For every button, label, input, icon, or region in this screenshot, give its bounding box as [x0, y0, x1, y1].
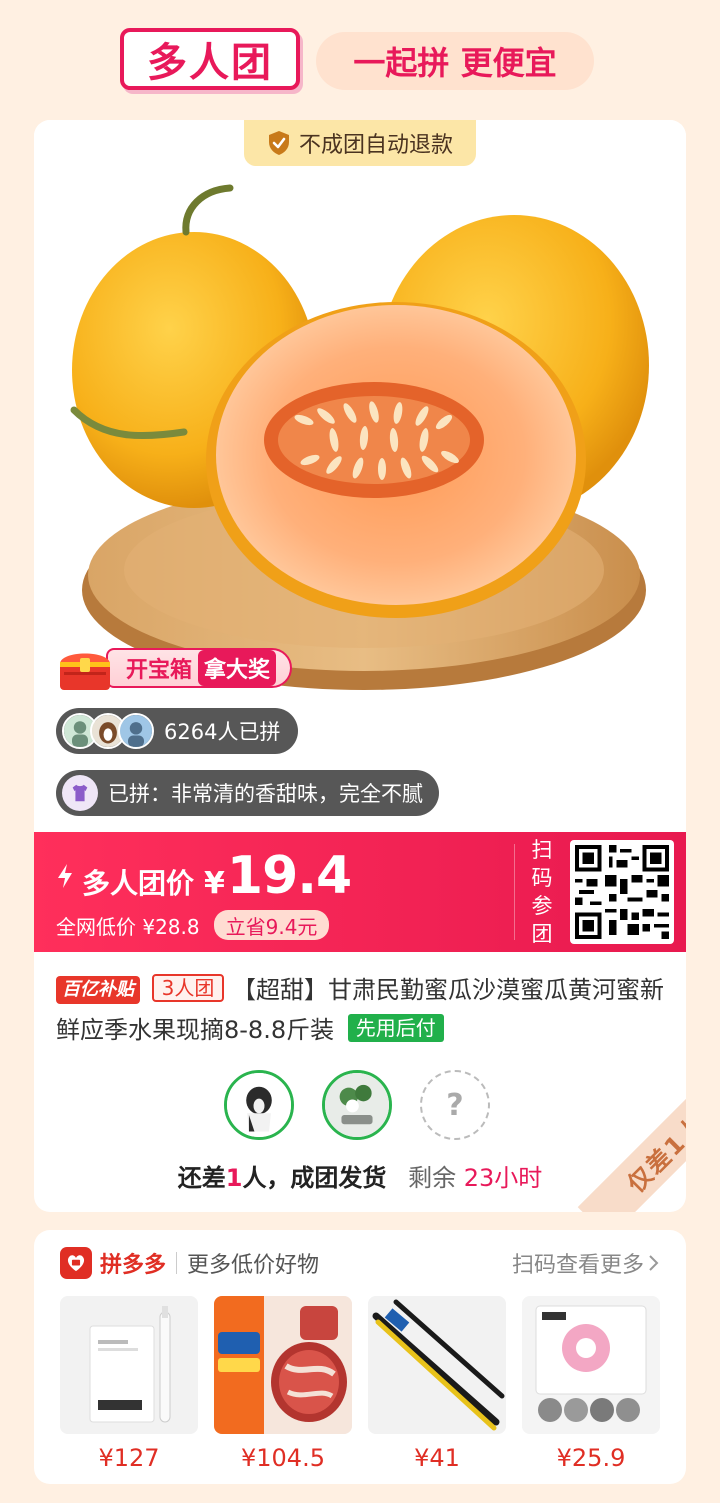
group-status: 还差1人，成团发货 剩余 23小时 — [34, 1158, 686, 1193]
shirt-icon — [62, 775, 98, 811]
goods-item[interactable]: ¥25.9 — [522, 1296, 660, 1472]
pinduoduo-brand: 拼多多 — [100, 1253, 167, 1278]
joined-count-pill: 6264人已拼 — [56, 708, 299, 754]
question-mark-icon: ? — [446, 1087, 464, 1123]
scan-more-label: 扫码查看更多 — [511, 1253, 644, 1278]
group-members: ? — [224, 1070, 490, 1140]
refund-badge: 不成团自动退款 — [244, 120, 476, 166]
goods-price: ¥41 — [414, 1444, 460, 1472]
more-goods-header: 拼多多 更多低价好物 扫码查看更多 — [60, 1246, 660, 1280]
wiper-image — [368, 1296, 506, 1434]
brand-logo: 多人团 — [120, 28, 300, 90]
saving-badge: 立省9.4元 — [213, 910, 330, 940]
review-pill: 已拼：非常清的香甜味，完全不腻 — [56, 770, 439, 816]
group-price-label: 多人团价 — [82, 867, 195, 900]
divider — [176, 1252, 178, 1274]
scan-to-join[interactable]: 扫 码 参 团 — [514, 832, 686, 952]
scan-more-link[interactable]: 扫码查看更多 — [512, 1247, 660, 1279]
divider — [514, 844, 515, 940]
scan-label-char: 码 — [531, 866, 553, 890]
page-header: 多人团 一起拼 更便宜 — [0, 0, 720, 110]
original-price: 全网低价 ¥28.8 — [56, 914, 200, 939]
price-bar: 多人团价 ¥ 19.4 全网低价 ¥28.8 立省9.4元 扫 码 参 团 — [34, 832, 686, 952]
goods-item[interactable]: ¥104.5 — [214, 1296, 352, 1472]
goods-list: ¥127 ¥104.5 ¥41 ¥25.9 — [60, 1296, 660, 1472]
scan-label: 扫 码 参 团 — [514, 836, 570, 948]
refund-badge-label: 不成团自动退款 — [298, 133, 453, 158]
chevron-right-icon — [649, 1255, 659, 1271]
empty-member-slot[interactable]: ? — [420, 1070, 490, 1140]
pay-later-tag: 先用后付 — [347, 1014, 444, 1042]
qr-code[interactable] — [570, 840, 674, 944]
treasure-text: 开宝箱 拿大奖 — [106, 648, 293, 688]
tagline: 一起拼 更便宜 — [316, 32, 594, 90]
avatar — [118, 713, 154, 749]
goods-item[interactable]: ¥127 — [60, 1296, 198, 1472]
subsidy-tag: 百亿补贴 — [56, 976, 140, 1004]
treasure-box-banner[interactable]: 开宝箱 拿大奖 — [56, 644, 310, 692]
status-suffix: 人，成团发货 — [242, 1164, 387, 1192]
more-goods-card: 拼多多 更多低价好物 扫码查看更多 ¥127 ¥104.5 ¥41 ¥25.9 — [34, 1230, 686, 1484]
group-size-tag: 3人团 — [151, 974, 225, 1002]
group-price-row: 多人团价 ¥ 19.4 — [56, 846, 352, 906]
member-avatar — [322, 1070, 392, 1140]
contact-lens-image — [522, 1296, 660, 1434]
meat-image — [214, 1296, 352, 1434]
group-price-value: 19.4 — [226, 846, 352, 906]
goods-price: ¥104.5 — [241, 1444, 325, 1472]
goods-price: ¥25.9 — [556, 1444, 626, 1472]
price-compare-row: 全网低价 ¥28.8 立省9.4元 — [56, 910, 330, 940]
status-prefix: 还差 — [177, 1164, 226, 1192]
more-goods-subtitle: 更多低价好物 — [187, 1253, 320, 1278]
goods-price: ¥127 — [98, 1444, 160, 1472]
pinduoduo-logo-icon — [60, 1247, 92, 1279]
product-card: 不成团自动退款 开宝箱 拿大奖 6264人已拼 已拼：非常清的香甜味，完全不腻 … — [34, 120, 686, 1212]
scan-label-char: 扫 — [531, 838, 553, 862]
price-currency: ¥ — [204, 866, 225, 901]
joined-count-text: 6264人已拼 — [164, 720, 281, 744]
status-count: 1 — [225, 1164, 243, 1192]
treasure-text-open: 开宝箱 — [126, 658, 193, 683]
product-image[interactable]: 不成团自动退款 开宝箱 拿大奖 6264人已拼 已拼：非常清的香甜味，完全不腻 — [34, 120, 686, 832]
product-title-block[interactable]: 百亿补贴 3人团 【超甜】甘肃民勤蜜瓜沙漠蜜瓜黄河蜜新鲜应季水果现摘8-8.8斤… — [56, 970, 668, 1050]
toothbrush-image — [60, 1296, 198, 1434]
review-text: 已拼：非常清的香甜味，完全不腻 — [108, 782, 423, 806]
scan-label-char: 参 — [531, 894, 553, 918]
avatar-stack — [62, 713, 154, 749]
remaining-time: 23小时 — [463, 1164, 543, 1192]
shield-check-icon — [268, 131, 289, 155]
lightning-icon — [58, 864, 72, 888]
remaining-label: 剩余 — [408, 1164, 457, 1192]
scan-label-char: 团 — [531, 922, 553, 946]
treasure-text-prize: 拿大奖 — [198, 650, 277, 686]
treasure-chest-icon — [60, 653, 110, 690]
member-avatar — [224, 1070, 294, 1140]
goods-item[interactable]: ¥41 — [368, 1296, 506, 1472]
